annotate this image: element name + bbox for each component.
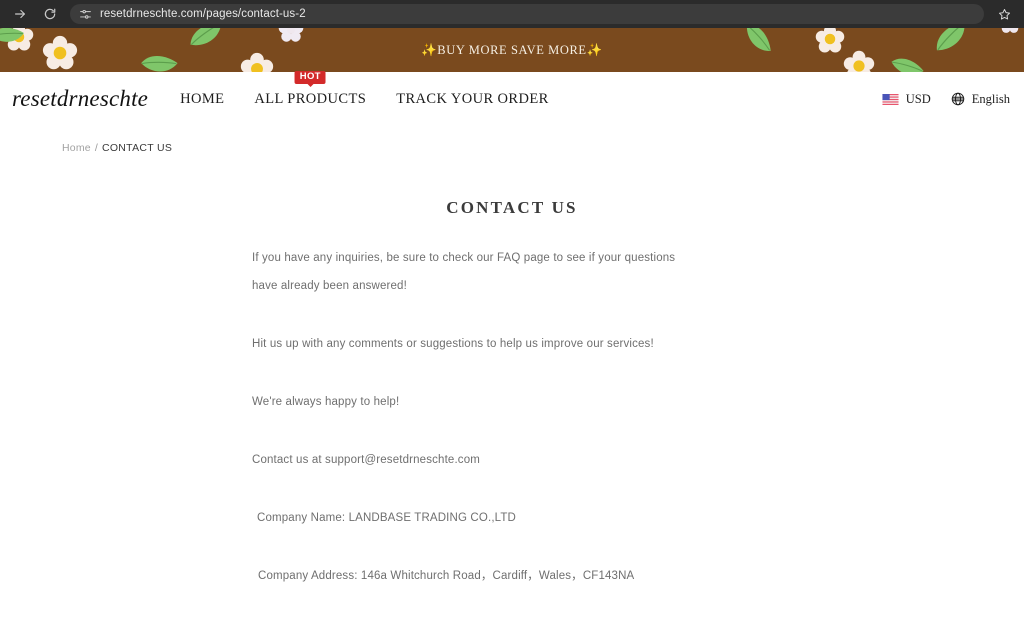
flower-icon xyxy=(999,28,1021,34)
promo-banner: ✨BUY MORE SAVE MORE✨ xyxy=(0,28,1024,72)
paragraph-inquiries-line2: have already been answered! xyxy=(252,280,407,292)
site-header: resetdrneschte HOME HOT ALL PRODUCTS TRA… xyxy=(0,70,1024,126)
nav-item-track-your-order[interactable]: TRACK YOUR ORDER xyxy=(396,91,548,108)
flower-icon xyxy=(815,28,845,54)
page-content: CONTACT US If you have any inquiries, be… xyxy=(0,154,1024,590)
address-bar[interactable]: resetdrneschte.com/pages/contact-us-2 xyxy=(70,4,984,24)
browser-toolbar: resetdrneschte.com/pages/contact-us-2 xyxy=(0,0,1024,28)
page-title: CONTACT US xyxy=(446,198,578,217)
breadcrumb-home[interactable]: Home xyxy=(62,142,91,154)
paragraph-company-address: Company Address: 146a Whitchurch Road，Ca… xyxy=(258,570,635,582)
leaf-icon xyxy=(887,48,927,72)
nav-item-all-products[interactable]: HOT ALL PRODUCTS xyxy=(254,70,367,108)
breadcrumb-separator: / xyxy=(94,142,98,154)
nav-label: HOME xyxy=(180,90,225,107)
nav-label: TRACK YOUR ORDER xyxy=(396,90,549,107)
paragraph-suggestions: Hit us up with any comments or suggestio… xyxy=(252,338,654,350)
nav-item-home[interactable]: HOME xyxy=(180,91,224,108)
star-icon[interactable] xyxy=(994,4,1014,24)
globe-icon xyxy=(951,92,965,106)
currency-selector[interactable]: USD xyxy=(882,92,931,107)
hot-badge: HOT xyxy=(294,70,326,84)
flower-icon xyxy=(278,28,304,43)
reload-icon[interactable] xyxy=(40,4,60,24)
us-flag-icon xyxy=(882,93,899,105)
site-settings-icon[interactable] xyxy=(78,7,92,21)
forward-arrow-icon[interactable] xyxy=(10,4,30,24)
leaf-icon xyxy=(741,28,775,59)
currency-label: USD xyxy=(905,91,931,106)
paragraph-inquiries-line1: If you have any inquiries, be sure to ch… xyxy=(252,252,676,264)
paragraph-happy-to-help: We're always happy to help! xyxy=(252,396,400,408)
breadcrumb-current: CONTACT US xyxy=(101,142,173,154)
paragraph-contact-email: Contact us at support@resetdrneschte.com xyxy=(252,454,480,466)
header-utilities: USD English xyxy=(882,92,1010,107)
leaf-icon xyxy=(927,28,976,57)
flower-icon xyxy=(843,50,875,72)
flower-icon xyxy=(240,52,274,72)
main-navigation: HOME HOT ALL PRODUCTS TRACK YOUR ORDER xyxy=(180,70,549,108)
leaf-icon xyxy=(184,28,228,51)
site-logo[interactable]: resetdrneschte xyxy=(12,86,148,112)
promo-text: ✨BUY MORE SAVE MORE✨ xyxy=(421,42,603,57)
leaf-icon xyxy=(0,28,27,51)
breadcrumb: Home / CONTACT US xyxy=(0,126,1024,154)
contact-info-block: If you have any inquiries, be sure to ch… xyxy=(252,244,676,590)
nav-label: ALL PRODUCTS xyxy=(254,90,367,107)
flower-icon xyxy=(4,28,34,52)
url-text: resetdrneschte.com/pages/contact-us-2 xyxy=(100,8,306,20)
paragraph-company-name: Company Name: LANDBASE TRADING CO.,LTD xyxy=(257,512,516,524)
language-label: English xyxy=(971,91,1010,106)
language-selector[interactable]: English xyxy=(951,92,1010,107)
leaf-icon xyxy=(137,45,181,72)
flower-icon xyxy=(42,35,78,71)
